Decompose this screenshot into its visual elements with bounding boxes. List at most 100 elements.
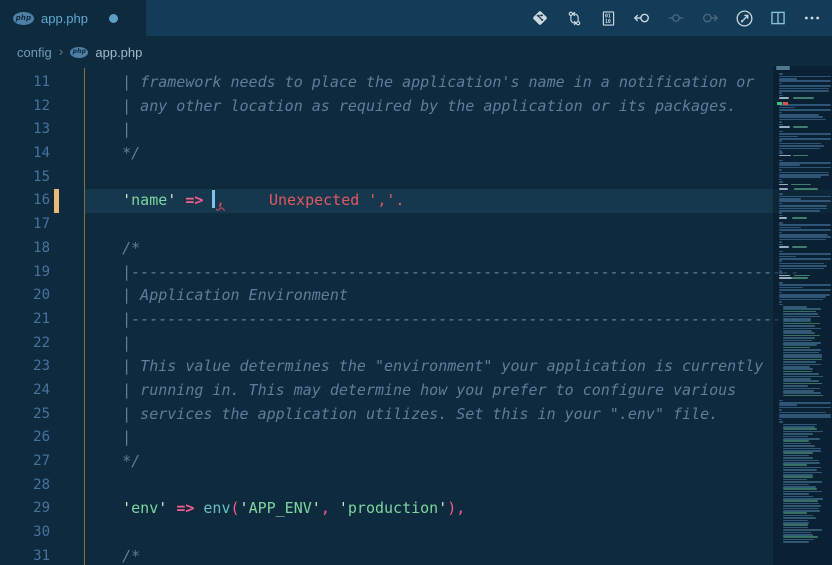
code-line[interactable]: 16 'name' => , Unexpected ','.: [0, 189, 832, 214]
minimap-line: [791, 246, 808, 248]
minimap-line: [779, 267, 825, 270]
minimap[interactable]: [772, 66, 832, 565]
line-number[interactable]: 14: [0, 142, 50, 166]
minimap-line: [783, 325, 815, 327]
code-line[interactable]: 12 | any other location as required by t…: [0, 95, 832, 119]
code-editor[interactable]: 11 | framework needs to place the applic…: [0, 68, 832, 565]
minimap-line: [779, 193, 783, 195]
line-number[interactable]: 13: [0, 118, 50, 142]
code-line[interactable]: 29 'env' => env('APP_ENV', 'production')…: [0, 497, 832, 521]
compare-changes-icon[interactable]: [560, 4, 588, 32]
line-number[interactable]: 11: [0, 71, 50, 95]
line-number[interactable]: 28: [0, 474, 50, 498]
line-number[interactable]: 19: [0, 261, 50, 285]
code-line[interactable]: 18 /*: [0, 237, 832, 261]
modified-line-marker: [54, 189, 59, 214]
code-line[interactable]: 21 |------------------------------------…: [0, 308, 832, 332]
line-number[interactable]: 29: [0, 497, 50, 521]
code-line[interactable]: 25 | services the application utilizes. …: [0, 403, 832, 427]
minimap-line: [783, 356, 823, 359]
code-line[interactable]: 20 | Application Environment: [0, 284, 832, 308]
gutter-spacer: [54, 142, 59, 166]
breadcrumb-folder[interactable]: config: [17, 45, 52, 60]
code-line[interactable]: 26 |: [0, 426, 832, 450]
line-number[interactable]: 27: [0, 450, 50, 474]
unsaved-changes-dot-icon[interactable]: [109, 13, 118, 23]
line-content: | This value determines the "environment…: [86, 355, 763, 379]
minimap-modified-mark: [777, 102, 782, 105]
code-line[interactable]: 30: [0, 521, 832, 545]
line-number[interactable]: 17: [0, 213, 50, 237]
minimap-line: [776, 68, 790, 71]
minimap-line: [779, 85, 831, 87]
line-number[interactable]: 26: [0, 426, 50, 450]
file-history-icon[interactable]: [730, 4, 758, 32]
code-line[interactable]: 19 |------------------------------------…: [0, 261, 832, 285]
code-token-comment: |: [86, 333, 132, 352]
commit-next-icon: [696, 4, 724, 32]
code-line[interactable]: 11 | framework needs to place the applic…: [0, 71, 832, 95]
code-line[interactable]: 31 /*: [0, 545, 832, 565]
code-line[interactable]: 27 */: [0, 450, 832, 474]
file-binary-icon[interactable]: 01 10: [594, 4, 622, 32]
code-line[interactable]: 28: [0, 474, 832, 498]
line-number[interactable]: 24: [0, 379, 50, 403]
minimap-line: [779, 260, 782, 263]
code-line[interactable]: 15: [0, 166, 832, 190]
code-line[interactable]: 24 | running in. This may determine how …: [0, 379, 832, 403]
minimap-line: [779, 217, 788, 219]
tab-app-php[interactable]: php app.php: [0, 0, 146, 36]
line-number[interactable]: 25: [0, 403, 50, 427]
minimap-line: [783, 500, 819, 503]
line-number[interactable]: 16: [0, 189, 50, 213]
php-file-icon: php: [70, 46, 89, 58]
code-token-comment: |---------------------------------------…: [86, 262, 800, 281]
code-token-quote: ': [167, 191, 177, 210]
previous-change-icon[interactable]: [628, 4, 656, 32]
minimap-line: [779, 121, 782, 123]
minimap-line: [779, 210, 820, 212]
git-logo-icon[interactable]: [526, 4, 554, 32]
code-token-comment: | running in. This may determine how you…: [86, 380, 737, 399]
code-line[interactable]: 23 | This value determines the "environm…: [0, 355, 832, 379]
minimap-line: [793, 126, 808, 128]
line-number[interactable]: 20: [0, 284, 50, 308]
line-number[interactable]: 23: [0, 355, 50, 379]
minimap-line: [779, 258, 831, 260]
minimap-line: [779, 409, 782, 411]
line-number[interactable]: 21: [0, 308, 50, 332]
minimap-line: [779, 272, 783, 275]
code-line[interactable]: 17: [0, 213, 832, 237]
gutter-spacer: [54, 426, 59, 450]
breadcrumb: config › php app.php: [0, 36, 832, 68]
line-number[interactable]: 12: [0, 95, 50, 119]
gutter-spacer: [54, 237, 59, 261]
breadcrumb-file[interactable]: app.php: [95, 45, 142, 60]
line-number[interactable]: 18: [0, 237, 50, 261]
line-number[interactable]: 30: [0, 521, 50, 545]
code-token-comment: | any other location as required by the …: [86, 96, 737, 115]
split-editor-icon[interactable]: [764, 4, 792, 32]
minimap-line: [783, 445, 815, 447]
code-token-punct: ,: [320, 499, 330, 518]
line-number[interactable]: 31: [0, 545, 50, 565]
code-line[interactable]: 13 |: [0, 118, 832, 142]
code-line[interactable]: 14 */: [0, 142, 832, 166]
minimap-line: [779, 145, 825, 147]
code-token-comment: |---------------------------------------…: [86, 309, 800, 328]
vscode-editor-window: php app.php 01 10 config › php app.php 1…: [0, 0, 832, 565]
gutter-spacer: [54, 450, 59, 474]
line-number[interactable]: 22: [0, 332, 50, 356]
minimap-line: [783, 524, 808, 527]
more-actions-icon[interactable]: [798, 4, 826, 32]
minimap-line: [791, 183, 812, 186]
line-content: |: [86, 426, 131, 450]
code-line[interactable]: 22 |: [0, 332, 832, 356]
minimap-line: [792, 97, 815, 99]
minimap-line: [792, 217, 807, 219]
gutter-spacer: [54, 379, 59, 403]
minimap-line: [783, 464, 808, 467]
gutter-spacer: [54, 521, 59, 545]
minimap-line: [783, 320, 811, 323]
line-number[interactable]: 15: [0, 166, 50, 190]
